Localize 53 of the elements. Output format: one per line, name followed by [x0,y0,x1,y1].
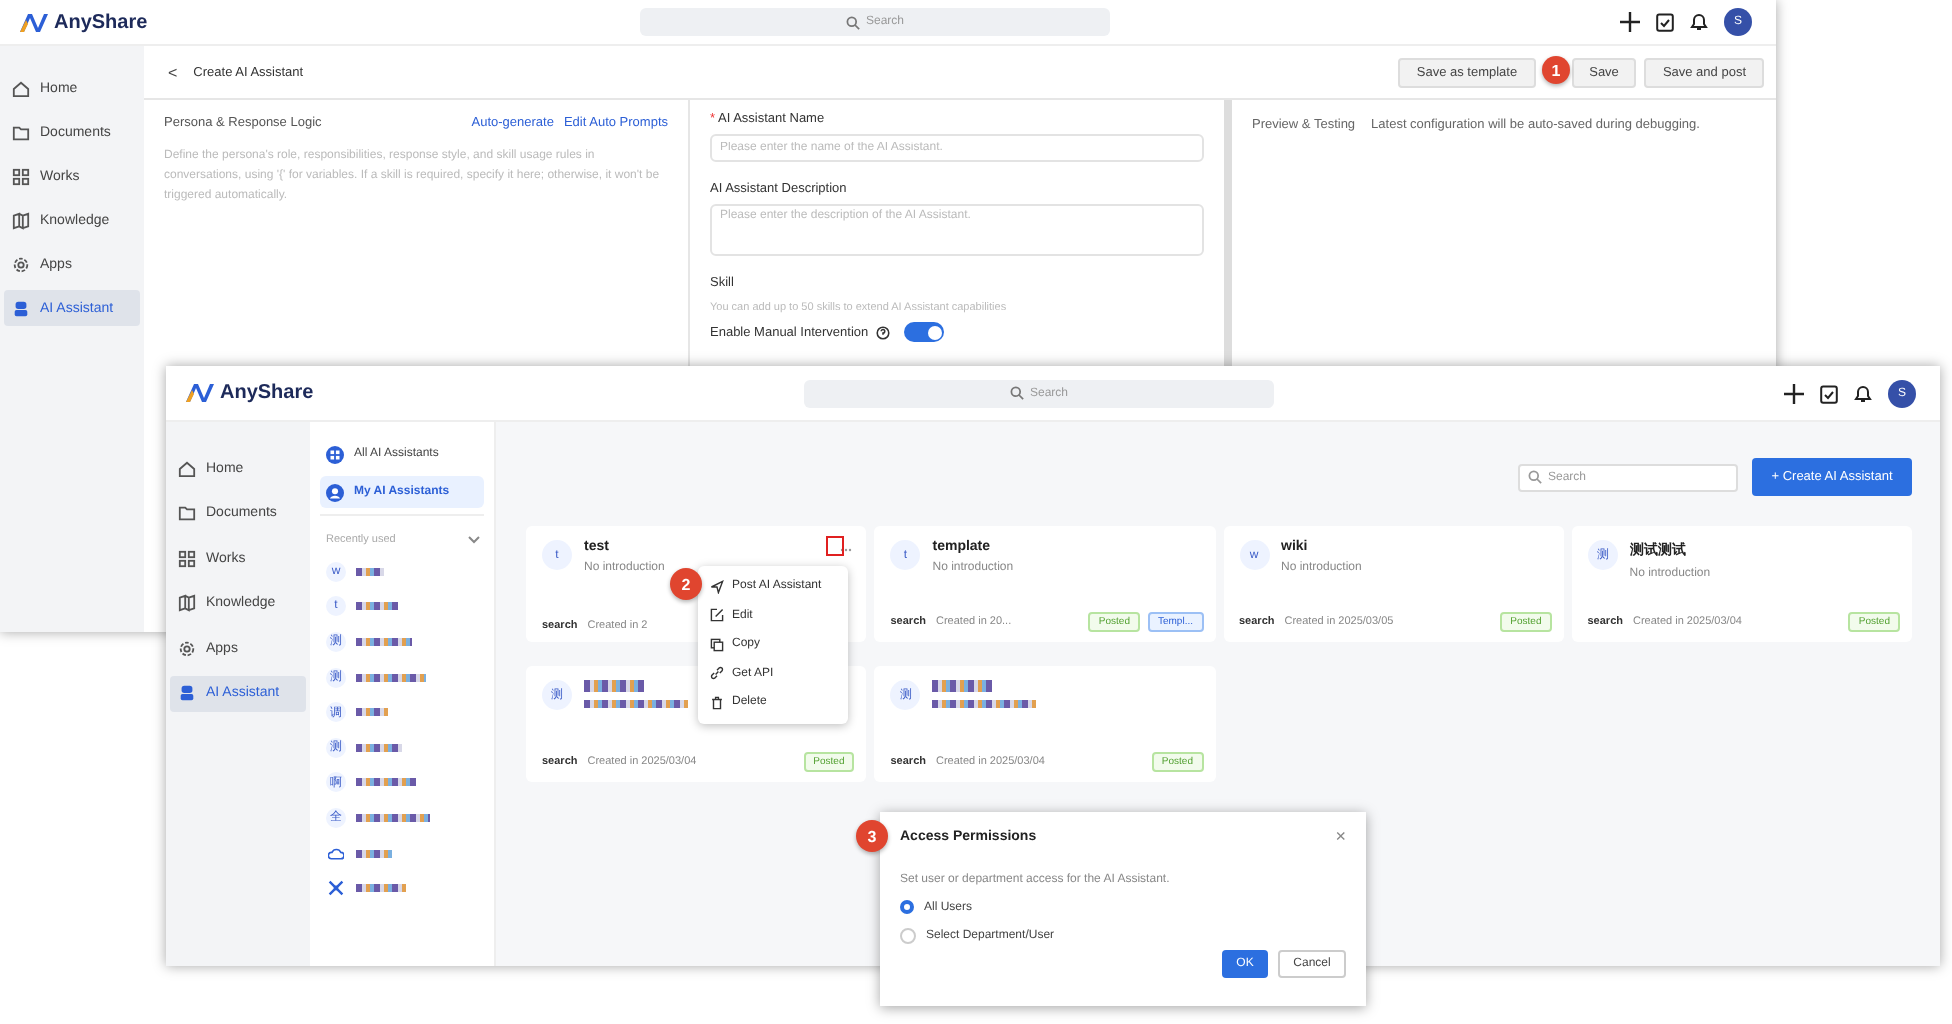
redacted-name [356,884,406,893]
close-button[interactable]: × [1335,826,1346,846]
plus-icon[interactable] [1620,12,1640,32]
copy-icon [710,637,724,652]
brand-name: AnyShare [54,11,148,33]
logo-icon [186,384,214,402]
grid-icon [12,167,30,185]
highlight-frame [826,536,844,556]
chevron-down-icon[interactable] [468,536,480,544]
bell-icon[interactable] [1690,12,1708,32]
cross-icon [328,880,344,897]
grid-icon [178,549,196,567]
link-icon [710,666,724,681]
book-icon [12,211,30,229]
redacted-name [356,602,398,611]
book-icon [178,594,196,612]
home-icon [12,79,30,97]
redacted-name [356,708,388,717]
toggle-switch[interactable] [904,322,945,342]
redacted-intro [584,700,688,708]
folder-icon [12,123,30,141]
logo-icon [20,13,48,31]
home-icon [178,459,196,477]
radio-button[interactable] [900,900,914,914]
redacted-name [356,813,430,822]
edit-icon [710,608,724,623]
redacted-intro [932,700,1037,708]
search-icon [845,15,860,29]
clipboard-icon[interactable] [1656,12,1674,32]
cloud-icon [328,845,344,862]
bell-icon[interactable] [1854,383,1872,403]
send-icon [710,579,724,594]
clipboard-icon[interactable] [1820,383,1838,403]
redacted-name [356,743,402,752]
redacted-name [356,673,426,682]
redacted-name [584,680,644,692]
help-icon [876,325,891,339]
search-icon [1528,470,1542,484]
redacted-name [356,637,412,646]
back-button[interactable]: < [168,63,178,81]
redacted-name [932,680,993,692]
trash-icon [710,695,724,710]
brand-name: AnyShare [220,382,314,404]
plus-icon[interactable] [1784,383,1804,403]
folder-icon [178,504,196,522]
user-icon [326,483,344,501]
gear-icon [12,255,30,273]
grid-icon [326,445,344,463]
redacted-name [356,778,416,787]
redacted-name [356,567,384,576]
redacted-name [356,849,392,858]
gear-icon [178,639,196,657]
search-icon [1009,386,1024,400]
